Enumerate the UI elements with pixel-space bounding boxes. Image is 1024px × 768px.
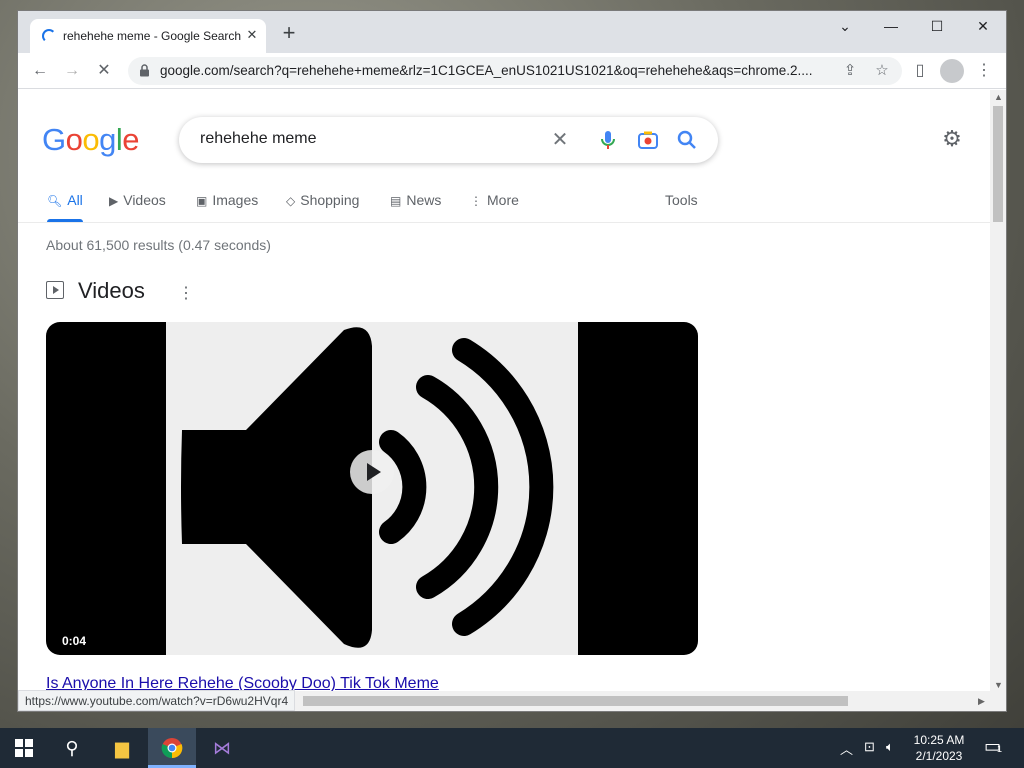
clock-date: 2/1/2023 bbox=[915, 749, 963, 763]
tab-all[interactable]: 🔍︎ All bbox=[47, 192, 83, 208]
stop-loading-icon[interactable]: ✕ bbox=[92, 59, 116, 83]
new-tab-button[interactable]: + bbox=[278, 22, 300, 45]
search-box[interactable]: rehehehe meme ✕ bbox=[179, 117, 718, 163]
camera-lens-icon[interactable] bbox=[636, 128, 660, 152]
browser-tab[interactable]: rehehehe meme - Google Search ✕ bbox=[30, 19, 266, 53]
close-window-button[interactable]: ✕ bbox=[960, 11, 1006, 41]
notification-count: 1 bbox=[997, 744, 1003, 754]
vertical-scroll-thumb[interactable] bbox=[993, 106, 1003, 222]
settings-gear-icon[interactable]: ⚙ bbox=[940, 127, 964, 151]
tab-strip: rehehehe meme - Google Search ✕ + ⌄ — ☐ … bbox=[18, 11, 1006, 53]
status-bar-url: https://www.youtube.com/watch?v=rD6wu2HV… bbox=[18, 690, 296, 711]
search-icon[interactable] bbox=[675, 128, 699, 152]
back-arrow-icon[interactable]: ← bbox=[28, 59, 52, 83]
video-icon: ▶ bbox=[109, 194, 119, 208]
image-icon: ▣ bbox=[196, 194, 208, 208]
tab-news[interactable]: ▤ News bbox=[390, 192, 441, 208]
loading-spinner-icon bbox=[42, 29, 56, 43]
tab-videos[interactable]: ▶ Videos bbox=[109, 192, 166, 208]
side-panel-icon[interactable]: ▯ bbox=[908, 59, 932, 83]
page-content: Google rehehehe meme ✕ ⚙ 🔍︎ All ▶ Videos… bbox=[18, 90, 992, 693]
start-windows-icon[interactable] bbox=[0, 728, 48, 768]
chrome-logo-icon bbox=[161, 738, 183, 759]
result-stats: About 61,500 results (0.47 seconds) bbox=[46, 237, 271, 253]
menu-kebab-icon[interactable]: ⋮ bbox=[972, 59, 996, 83]
vertical-scrollbar[interactable]: ▲ ▼ bbox=[990, 90, 1006, 693]
scroll-right-arrow-icon[interactable]: ▶ bbox=[978, 696, 985, 707]
tab-shopping[interactable]: ◇ Shopping bbox=[286, 192, 359, 208]
play-button-icon[interactable] bbox=[350, 450, 394, 494]
address-bar[interactable]: google.com/search?q=rehehehe+meme&rlz=1C… bbox=[128, 57, 902, 85]
scroll-down-arrow-icon[interactable]: ▼ bbox=[994, 680, 1003, 690]
chrome-icon[interactable] bbox=[148, 728, 196, 768]
maximize-button[interactable]: ☐ bbox=[914, 11, 960, 41]
horizontal-scroll-thumb[interactable] bbox=[303, 696, 848, 706]
minimize-button[interactable]: — bbox=[868, 11, 914, 41]
section-options-kebab-icon[interactable]: ⋮ bbox=[178, 283, 194, 303]
bookmark-star-icon[interactable]: ☆ bbox=[870, 59, 894, 83]
taskbar: ⚲ ▆ ⋈ ︿ ⊡ 🔈︎ 10:25 AM 2/1/2023 ▭ 1 bbox=[0, 728, 1024, 768]
scroll-up-arrow-icon[interactable]: ▲ bbox=[994, 92, 1003, 102]
windows-logo-icon bbox=[15, 739, 33, 757]
clock[interactable]: 10:25 AM 2/1/2023 bbox=[904, 732, 974, 764]
video-thumbnail[interactable]: 0:04 bbox=[46, 322, 698, 655]
active-tab-indicator bbox=[47, 219, 83, 222]
microphone-icon[interactable] bbox=[596, 128, 620, 152]
profile-avatar-icon[interactable] bbox=[940, 59, 964, 83]
tag-icon: ◇ bbox=[286, 194, 296, 208]
network-icon[interactable]: ⊡ bbox=[864, 739, 875, 755]
tools-button[interactable]: Tools bbox=[665, 192, 698, 208]
tray-chevron-icon[interactable]: ︿ bbox=[840, 739, 853, 758]
browser-window: rehehehe meme - Google Search ✕ + ⌄ — ☐ … bbox=[17, 10, 1007, 712]
google-logo[interactable]: Google bbox=[42, 122, 140, 158]
share-icon[interactable]: ⇪ bbox=[838, 59, 862, 83]
url-text: google.com/search?q=rehehehe+meme&rlz=1C… bbox=[160, 63, 813, 78]
tab-title: rehehehe meme - Google Search bbox=[63, 29, 242, 43]
tab-close-icon[interactable]: ✕ bbox=[244, 27, 260, 43]
file-explorer-icon[interactable]: ▆ bbox=[98, 728, 146, 768]
lock-icon bbox=[140, 64, 149, 77]
search-nav-tabs: 🔍︎ All ▶ Videos ▣ Images ◇ Shopping ▤ News ⋮ M… bbox=[18, 181, 992, 223]
browser-toolbar: ← → ✕ google.com/search?q=rehehehe+meme&… bbox=[18, 53, 1006, 89]
kebab-icon: ⋮ bbox=[470, 194, 482, 208]
tab-more[interactable]: ⋮ More bbox=[470, 192, 519, 208]
clock-time: 10:25 AM bbox=[913, 733, 965, 747]
search-icon[interactable]: ⚲ bbox=[48, 728, 96, 768]
visual-studio-icon[interactable]: ⋈ bbox=[198, 728, 246, 768]
search-icon: 🔍︎ bbox=[47, 194, 63, 208]
video-play-icon bbox=[46, 281, 64, 299]
forward-arrow-icon[interactable]: → bbox=[60, 59, 84, 83]
video-duration: 0:04 bbox=[62, 634, 87, 648]
volume-icon[interactable]: 🔈︎ bbox=[886, 739, 894, 755]
clear-icon[interactable]: ✕ bbox=[548, 128, 572, 152]
tab-images[interactable]: ▣ Images bbox=[196, 192, 258, 208]
tab-search-icon[interactable]: ⌄ bbox=[822, 11, 868, 41]
search-input[interactable]: rehehehe meme bbox=[200, 130, 317, 148]
news-icon: ▤ bbox=[390, 194, 402, 208]
